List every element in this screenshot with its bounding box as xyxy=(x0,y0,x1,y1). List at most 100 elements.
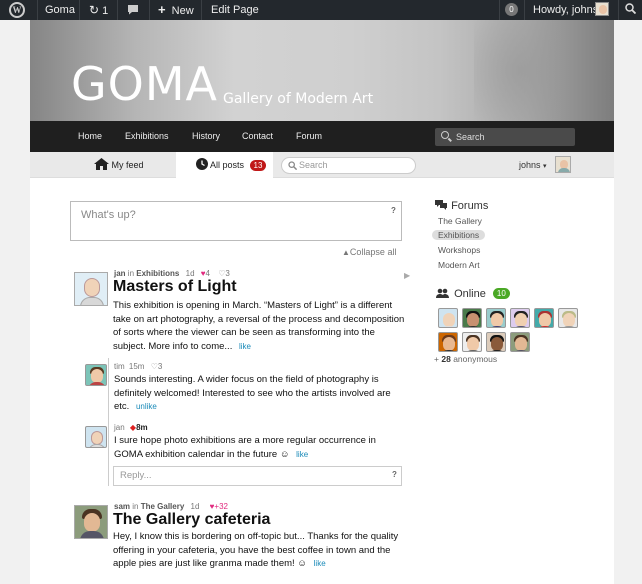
comments-link[interactable] xyxy=(127,0,139,20)
separator xyxy=(117,0,118,20)
post-forum[interactable]: The Gallery xyxy=(141,502,185,511)
notifications-indicator[interactable]: 0 xyxy=(505,0,518,20)
home-icon xyxy=(94,158,109,170)
nav-search-placeholder: Search xyxy=(456,132,485,142)
new-content-link[interactable]: + New xyxy=(158,0,194,20)
separator xyxy=(524,0,525,20)
forums-heading: Forums xyxy=(434,199,488,212)
nav-search-input[interactable]: Search xyxy=(435,128,575,146)
chat-bubbles-icon xyxy=(435,200,447,210)
forum-link-workshops[interactable]: Workshops xyxy=(438,245,480,255)
site-tagline: Gallery of Modern Art xyxy=(223,91,374,107)
expand-arrow-icon[interactable]: ▶ xyxy=(404,271,410,280)
reply-help-icon[interactable]: ? xyxy=(392,470,397,479)
users-icon xyxy=(436,288,449,298)
separator xyxy=(149,0,150,20)
post-forum[interactable]: Exhibitions xyxy=(136,269,179,278)
new-label: New xyxy=(171,5,194,17)
online-user-avatar[interactable] xyxy=(558,308,578,328)
wordpress-logo-icon[interactable]: W xyxy=(9,2,25,18)
forum-link-modern-art[interactable]: Modern Art xyxy=(438,260,480,270)
reply-placeholder: Reply... xyxy=(120,470,152,481)
admin-bar: W Goma ↻ 1 + New Edit Page 0 Howdy, john… xyxy=(0,0,642,20)
like-link[interactable]: like xyxy=(314,559,326,568)
nav-item-exhibitions[interactable]: Exhibitions xyxy=(125,121,169,152)
comment-time: 8m xyxy=(136,423,148,432)
edit-page-link[interactable]: Edit Page xyxy=(211,0,259,20)
online-user-avatar[interactable] xyxy=(438,332,458,352)
updates-link[interactable]: ↻ 1 xyxy=(89,0,108,20)
site-logo[interactable]: GOMA xyxy=(71,61,218,107)
nav-item-forum[interactable]: Forum xyxy=(296,121,322,152)
nav-item-history[interactable]: History xyxy=(192,121,220,152)
refresh-icon: ↻ xyxy=(89,3,100,17)
post-title[interactable]: Masters of Light xyxy=(113,278,237,296)
plus-icon: + xyxy=(158,2,166,17)
forum-link-exhibitions[interactable]: Exhibitions xyxy=(432,230,486,240)
like-link[interactable]: like xyxy=(296,450,308,459)
online-user-avatar[interactable] xyxy=(534,308,554,328)
clock-icon xyxy=(196,158,208,170)
anonymous-label: anonymous xyxy=(453,354,498,364)
heart-outline-icon[interactable]: ♡ xyxy=(151,362,158,371)
post-body: This exhibition is opening in March. “Ma… xyxy=(113,299,408,353)
username-label: johns xyxy=(519,160,541,170)
updates-count: 1 xyxy=(102,5,109,17)
composer-help-icon[interactable]: ? xyxy=(391,206,396,215)
tab-all-posts[interactable]: All posts 13 xyxy=(176,152,273,178)
nav-item-contact[interactable]: Contact xyxy=(242,121,273,152)
comment-author-avatar[interactable] xyxy=(85,426,107,448)
feed-search-input[interactable]: Search xyxy=(281,157,416,174)
comment-text: I sure hope photo exhibitions are a more… xyxy=(114,435,376,460)
post-author[interactable]: sam xyxy=(114,502,130,511)
comment-time: 15m xyxy=(128,362,145,371)
online-user-avatar[interactable] xyxy=(486,332,506,352)
post-in-label: in xyxy=(132,502,139,511)
online-user-avatar[interactable] xyxy=(510,332,530,352)
separator xyxy=(37,0,38,20)
unlike-link[interactable]: unlike xyxy=(136,402,157,411)
online-user-avatar[interactable] xyxy=(462,308,482,328)
like-link[interactable]: like xyxy=(239,342,251,351)
online-user-avatar[interactable] xyxy=(438,308,458,328)
admin-site-name[interactable]: Goma xyxy=(45,0,75,20)
admin-avatar[interactable] xyxy=(595,2,609,16)
post-body: Hey, I know this is bordering on off-top… xyxy=(113,530,408,571)
search-icon xyxy=(441,131,449,139)
feed-toolbar: My feed All posts 13 Search johns ▾ xyxy=(30,152,614,178)
comment-author[interactable]: tim xyxy=(114,362,125,371)
user-avatar[interactable] xyxy=(555,156,571,173)
online-user-avatar[interactable] xyxy=(510,308,530,328)
forum-link-the-gallery[interactable]: The Gallery xyxy=(438,216,482,226)
search-icon xyxy=(288,161,297,170)
comment-body: I sure hope photo exhibitions are a more… xyxy=(114,434,404,461)
comment-author-avatar[interactable] xyxy=(85,364,107,386)
separator xyxy=(79,0,80,20)
comment-meta: jan ◆8m xyxy=(114,423,148,432)
status-composer[interactable]: What's up? ? xyxy=(70,201,402,241)
tab-my-feed-label: My feed xyxy=(111,160,144,170)
notifications-count: 0 xyxy=(505,3,518,16)
online-user-avatar[interactable] xyxy=(462,332,482,352)
nav-item-home[interactable]: Home xyxy=(78,121,102,152)
post-title[interactable]: The Gallery cafeteria xyxy=(113,511,270,529)
comment-author[interactable]: jan xyxy=(114,423,125,432)
post-in-label: in xyxy=(127,269,135,278)
post-author-avatar[interactable] xyxy=(74,505,108,539)
online-user-avatar[interactable] xyxy=(486,308,506,328)
comment-bubble-icon xyxy=(128,5,138,15)
admin-search[interactable] xyxy=(625,0,637,20)
collapse-all-link[interactable]: ▲Collapse all xyxy=(342,247,396,257)
reply-input[interactable]: Reply... ? xyxy=(113,466,402,486)
search-icon xyxy=(625,3,637,15)
post-author-avatar[interactable] xyxy=(74,272,108,306)
feed-search-placeholder: Search xyxy=(299,160,328,170)
site-header: GOMA Gallery of Modern Art xyxy=(30,20,614,121)
account-menu[interactable]: Howdy, johns xyxy=(533,0,598,20)
tab-my-feed[interactable]: My feed xyxy=(94,152,150,178)
online-heading: Online 10 xyxy=(436,288,510,300)
arrow-up-icon: ▲ xyxy=(342,248,350,257)
user-menu[interactable]: johns ▾ xyxy=(519,152,547,178)
howdy-text: Howdy, johns xyxy=(533,4,599,16)
post-author[interactable]: jan xyxy=(114,269,126,278)
